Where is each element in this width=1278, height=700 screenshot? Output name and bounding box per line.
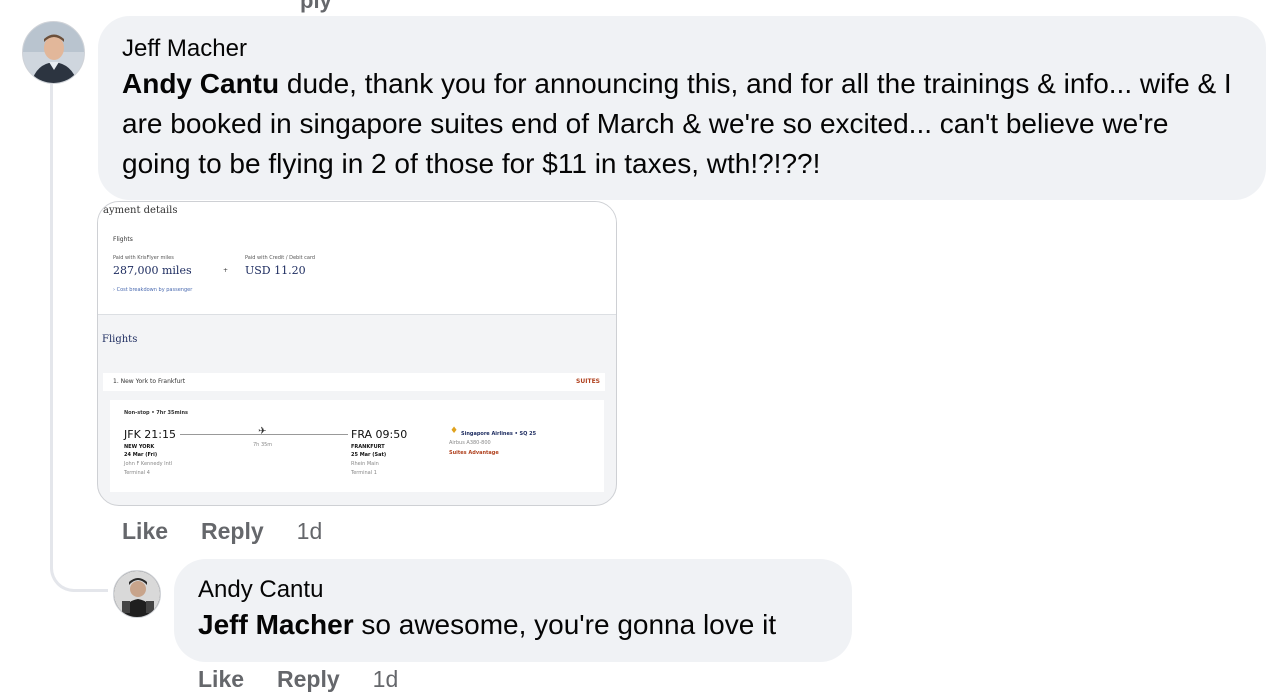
flights-label: Flights [113,236,133,243]
airplane-icon: ✈ [258,426,267,437]
airline-logo-icon: ♦ [450,426,459,436]
reply-author[interactable]: Andy Cantu [198,575,828,605]
departure-time: JFK 21:15 [124,428,176,441]
arrival-airport: Rhein Main [351,461,379,467]
paid-miles-label: Paid with KrisFlyer miles [113,255,174,261]
comment-body: dude, thank you for announcing this, and… [122,68,1232,179]
reply-actions: Like Reply 1d [198,666,398,693]
arrival-date: 25 Mar (Sat) [351,452,387,458]
like-button[interactable]: Like [198,666,244,693]
route-label: 1. New York to Frankfurt [113,378,186,385]
profile-photo-icon [114,571,160,617]
comment-actions: Like Reply 1d [122,518,322,545]
paid-miles-value: 287,000 miles [113,264,192,277]
arrival-time: FRA 09:50 [351,428,408,441]
cabin-label: SUITES [576,378,600,385]
aircraft-type: Airbus A380-800 [449,440,491,446]
airline-name: Singapore Airlines • SQ 25 [461,431,537,437]
flight-duration: 7h 35m [253,442,273,448]
comment-author[interactable]: Jeff Macher [122,34,1242,64]
plus-sign: + [223,267,229,274]
avatar-jeff-macher[interactable] [22,21,85,84]
route-bar: 1. New York to Frankfurt SUITES [103,373,605,391]
flight-card: Non-stop • 7hr 35mins JFK 21:15 NEW YORK… [110,400,604,492]
cost-breakdown-link: › Cost breakdown by passenger [113,287,193,293]
comment-text: Andy Cantu dude, thank you for announcin… [122,64,1242,184]
comment-thread: ply Jeff Macher Andy Cantu dude, thank y… [0,0,1278,700]
arrival-city: FRANKFURT [351,444,385,450]
fare-type: Suites Advantage [449,450,499,456]
previous-comment-fragment: ply [300,0,332,13]
reply-button[interactable]: Reply [277,666,340,693]
paid-card-label: Paid with Credit / Debit card [245,255,316,261]
paid-card-value: USD 11.20 [245,264,306,277]
departure-city: NEW YORK [124,444,155,450]
departure-date: 24 Mar (Fri) [124,452,158,458]
payment-heading: ayment details [103,205,178,216]
mention-link[interactable]: Andy Cantu [122,68,279,99]
comment-timestamp[interactable]: 1d [297,518,323,545]
departure-terminal: Terminal 4 [124,470,150,476]
avatar-andy-cantu[interactable] [113,570,161,618]
duration-header: Non-stop • 7hr 35mins [124,410,188,416]
arrival-terminal: Terminal 1 [351,470,377,476]
mention-link[interactable]: Jeff Macher [198,609,354,640]
comment-bubble: Jeff Macher Andy Cantu dude, thank you f… [98,16,1266,200]
attached-image[interactable]: ayment details Flights Paid with KrisFly… [97,201,617,506]
reply-text: Jeff Macher so awesome, you're gonna lov… [198,605,828,645]
flights-heading: Flights [102,334,138,345]
profile-photo-icon [23,22,84,83]
reply-timestamp[interactable]: 1d [373,666,399,693]
like-button[interactable]: Like [122,518,168,545]
departure-airport: John F Kennedy Intl [124,461,173,467]
payment-details-card: ayment details Flights Paid with KrisFly… [98,202,616,315]
reply-bubble: Andy Cantu Jeff Macher so awesome, you'r… [174,559,852,662]
reply-button[interactable]: Reply [201,518,264,545]
reply-body: so awesome, you're gonna love it [353,609,777,640]
